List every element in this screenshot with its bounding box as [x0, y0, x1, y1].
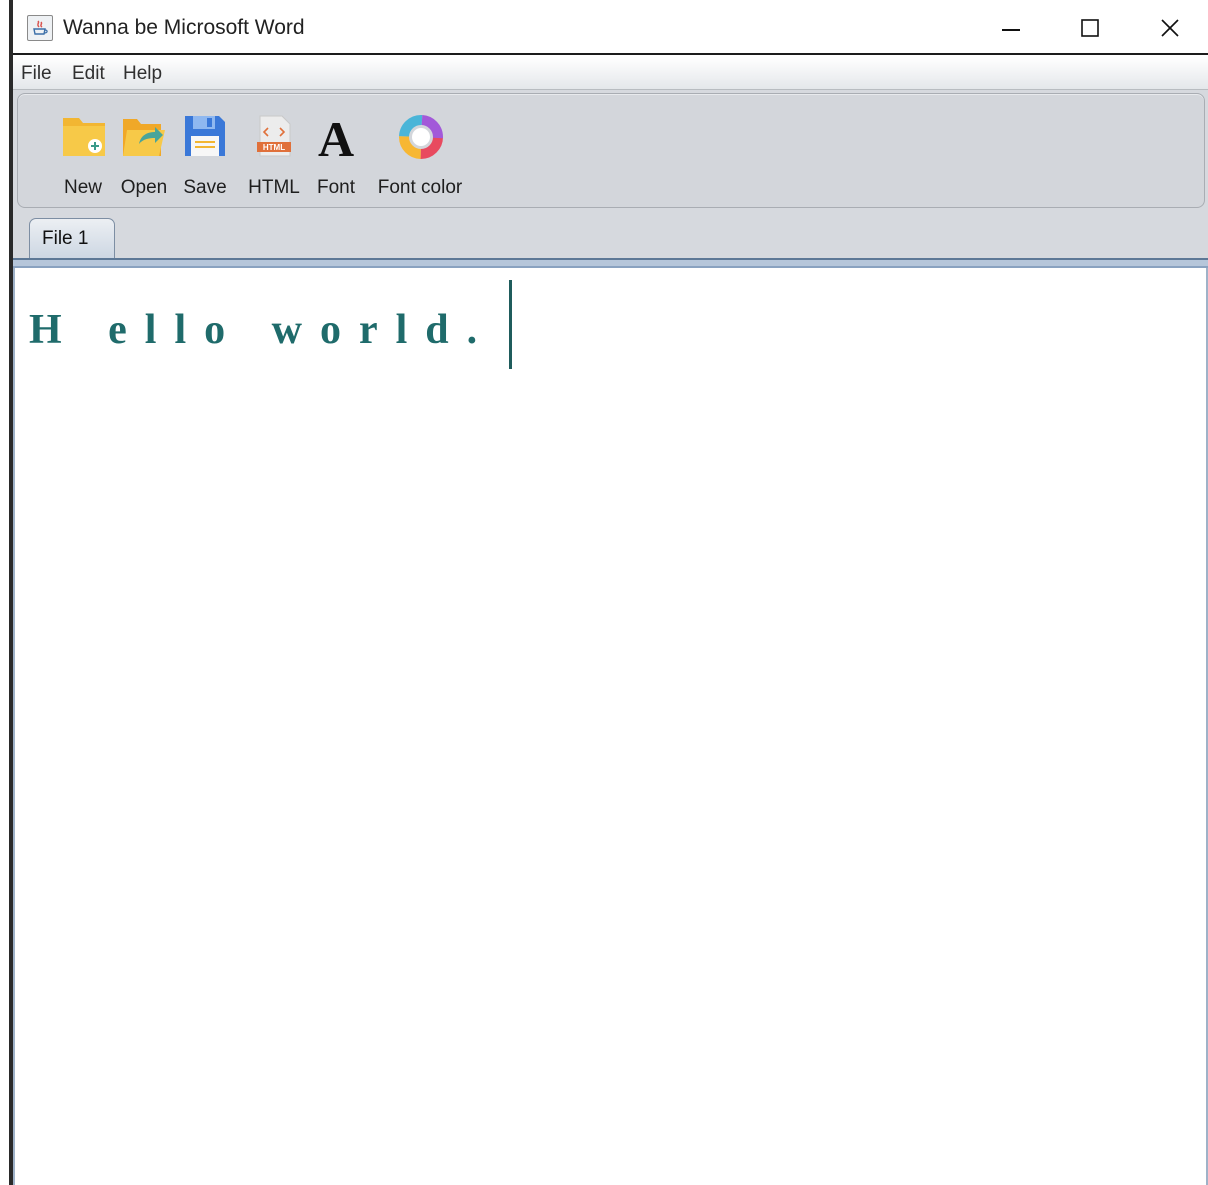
new-file-icon — [63, 118, 105, 156]
menu-edit[interactable]: Edit — [72, 63, 105, 85]
menu-help[interactable]: Help — [123, 63, 162, 85]
svg-text:A: A — [318, 114, 354, 160]
java-app-icon — [27, 15, 53, 41]
font-color-button[interactable]: Font color — [368, 104, 472, 204]
color-wheel-icon — [399, 115, 443, 159]
menu-file[interactable]: File — [21, 63, 52, 85]
save-floppy-icon — [185, 116, 225, 156]
save-button[interactable]: Save — [178, 104, 232, 204]
font-letter-icon: A — [318, 114, 354, 160]
minimize-button[interactable] — [988, 10, 1034, 46]
text-caret — [509, 280, 512, 369]
save-button-label: Save — [183, 177, 227, 198]
minimize-icon — [1002, 29, 1020, 31]
maximize-button[interactable] — [1067, 10, 1113, 46]
html-button[interactable]: HTML HTML — [242, 104, 306, 204]
tab-content-border — [13, 258, 1208, 268]
open-folder-icon — [123, 119, 165, 156]
toolbar: New Open Save HTML HTML A Font Font colo… — [17, 93, 1205, 208]
html-file-icon: HTML — [257, 115, 291, 157]
toolbar-area: New Open Save HTML HTML A Font Font colo… — [13, 90, 1208, 268]
tab-label: File 1 — [42, 228, 89, 249]
app-window: Wanna be Microsoft Word File Edit Help N… — [0, 0, 1208, 1185]
maximize-icon — [1081, 19, 1099, 37]
menu-bar: File Edit Help — [13, 57, 1208, 90]
close-button[interactable] — [1147, 10, 1193, 46]
font-button[interactable]: A Font — [311, 104, 361, 204]
open-button[interactable]: Open — [115, 104, 173, 204]
window-title: Wanna be Microsoft Word — [63, 16, 305, 39]
open-button-label: Open — [120, 177, 168, 198]
document-editor[interactable]: H ello world. — [13, 268, 1208, 1185]
new-button-label: New — [63, 177, 102, 198]
document-text: H ello world. — [29, 307, 496, 353]
svg-text:HTML: HTML — [263, 143, 285, 152]
tab-file-1[interactable]: File 1 — [29, 218, 115, 258]
new-button[interactable]: New — [54, 104, 112, 204]
close-icon — [1161, 19, 1179, 37]
font-color-button-label: Font color — [377, 177, 463, 198]
font-button-label: Font — [316, 177, 356, 198]
title-bar[interactable]: Wanna be Microsoft Word — [13, 0, 1208, 55]
html-button-label: HTML — [248, 177, 300, 198]
